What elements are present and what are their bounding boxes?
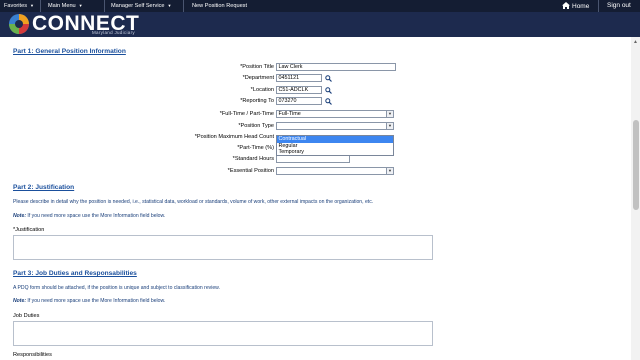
part2-description: Please describe in detail why the positi… (13, 199, 374, 205)
home-icon (562, 2, 570, 9)
home-link[interactable]: Home (562, 2, 589, 10)
part3-title: Part 3: Job Duties and Responsabilities (13, 270, 137, 277)
vertical-scrollbar[interactable]: ▲ (631, 37, 640, 360)
favorites-menu[interactable]: Favorites ▼ (4, 3, 34, 9)
full-part-time-select[interactable]: Full-Time ▼ (276, 110, 394, 118)
position-type-dropdown-list: Contractual Regular Temporary (276, 135, 394, 156)
nav-divider (40, 0, 41, 12)
note-text: If you need more space use the More Info… (26, 298, 166, 304)
chevron-down-icon: ▼ (167, 2, 172, 8)
magnifier-icon[interactable] (325, 75, 332, 82)
reporting-to-label: *Reporting To (240, 98, 274, 104)
justification-label: *Justification (13, 227, 45, 233)
breadcrumb-current: New Position Request (192, 2, 248, 9)
main-menu-label: Main Menu (48, 2, 76, 9)
chevron-down-icon: ▼ (386, 123, 393, 129)
scroll-up-icon[interactable]: ▲ (633, 39, 638, 45)
position-type-label: *Position Type (238, 123, 274, 129)
top-nav-bar: Favorites ▼ Main Menu ▼ Manager Self Servi… (0, 0, 640, 12)
position-title-label: *Position Title (240, 64, 274, 70)
note-label: Note: (13, 213, 27, 219)
reporting-to-input[interactable]: 073270 (276, 97, 322, 105)
position-title-input[interactable]: Law Clerk (276, 63, 396, 71)
part2-note: Note: If you need more space use the Mor… (13, 213, 165, 219)
chevron-down-icon: ▼ (386, 168, 393, 174)
department-input[interactable]: 0451121 (276, 74, 322, 82)
manager-self-service-menu[interactable]: Manager Self Service ▼ (111, 3, 171, 9)
note-label: Note: (13, 298, 27, 304)
standard-hours-input[interactable] (276, 155, 350, 163)
nav-divider (598, 0, 599, 12)
chevron-down-icon: ▼ (386, 111, 393, 117)
connect-logo-icon (9, 14, 29, 34)
sign-out-link[interactable]: Sign out (607, 2, 631, 9)
dropdown-option-temporary[interactable]: Temporary (277, 149, 393, 156)
max-head-count-label: *Position Maximum Head Count (194, 134, 274, 140)
position-type-select[interactable]: ▼ (276, 122, 394, 130)
manager-self-service-label: Manager Self Service (111, 2, 165, 9)
location-label: *Location (250, 87, 274, 93)
note-text: If you need more space use the More Info… (26, 213, 166, 219)
part-time-pct-label: *Part-Time (%) (237, 145, 274, 151)
magnifier-icon[interactable] (325, 98, 332, 105)
chevron-down-icon: ▼ (78, 2, 83, 8)
main-menu[interactable]: Main Menu ▼ (48, 3, 83, 9)
essential-position-select[interactable]: ▼ (276, 167, 394, 175)
job-duties-label: Job Duties (13, 313, 40, 319)
part2-title: Part 2: Justification (13, 184, 75, 191)
page-content: Part 1: General Position Information *Po… (0, 37, 631, 360)
chevron-down-icon: ▼ (30, 2, 34, 8)
nav-divider (104, 0, 105, 12)
part1-title: Part 1: General Position Information (13, 48, 126, 55)
favorites-label: Favorites (4, 2, 28, 9)
part3-description: A PDQ form should be attached, if the po… (13, 285, 220, 291)
home-label: Home (572, 3, 590, 10)
location-input[interactable]: C51-ADCLK (276, 86, 322, 94)
magnifier-icon[interactable] (325, 87, 332, 94)
department-label: *Department (242, 75, 274, 81)
essential-position-label: *Essential Position (227, 168, 274, 174)
responsibilities-label: Responsibilities (13, 352, 52, 358)
scrollbar-thumb[interactable] (632, 120, 639, 210)
brand-subtitle: Maryland Judiciary (92, 30, 135, 35)
nav-divider (183, 0, 184, 12)
full-part-time-label: *Full-Time / Part-Time (219, 111, 274, 117)
full-part-time-value: Full-Time (278, 111, 301, 117)
part3-note: Note: If you need more space use the Mor… (13, 298, 165, 304)
job-duties-textarea[interactable] (13, 321, 433, 346)
standard-hours-label: *Standard Hours (232, 156, 274, 162)
justification-textarea[interactable] (13, 235, 433, 260)
